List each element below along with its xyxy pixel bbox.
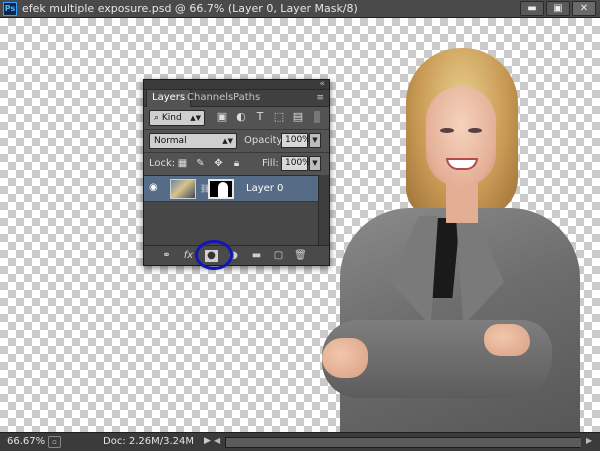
layer-thumbnail[interactable]: [170, 179, 196, 199]
layer-name[interactable]: Layer 0: [246, 183, 283, 194]
fill-slider-button[interactable]: ▼: [309, 156, 321, 171]
photoshop-logo-icon: Ps: [3, 2, 17, 16]
scroll-right-icon[interactable]: ▶: [586, 436, 592, 445]
layer-mask-thumbnail[interactable]: [208, 179, 234, 199]
type-filter-icon[interactable]: T: [254, 111, 266, 123]
document-title: efek multiple exposure.psd @ 66.7% (Laye…: [22, 2, 358, 15]
tab-paths[interactable]: Paths: [228, 90, 265, 107]
horizontal-scrollbar[interactable]: [225, 437, 581, 448]
lock-row: Lock: ▦ ✎ ✥ 🔒︎ Fill: 100% ▼: [144, 153, 329, 175]
panel-tabbar: Layers Channels Paths ≡: [144, 90, 329, 107]
panel-header[interactable]: «: [144, 79, 329, 90]
layer-row[interactable]: ◉ ⛓︎ Layer 0: [144, 176, 320, 202]
smart-object-filter-icon[interactable]: ▤: [292, 111, 304, 123]
blend-mode-value: Normal: [154, 136, 187, 146]
hand-right: [484, 324, 530, 356]
adjustment-filter-icon[interactable]: ◐: [235, 111, 247, 123]
filter-row: ⌕ Kind ▲▼ ▣ ◐ T ⬚ ▤: [144, 107, 329, 129]
filter-toggle[interactable]: [314, 111, 320, 123]
layers-panel: « Layers Channels Paths ≡ ⌕ Kind ▲▼ ▣ ◐ …: [143, 79, 330, 266]
new-layer-icon[interactable]: ▢: [272, 250, 285, 262]
eye-right: [468, 128, 482, 133]
fill-field[interactable]: 100%: [281, 156, 311, 171]
shape-filter-icon[interactable]: ⬚: [273, 111, 285, 123]
lock-image-icon[interactable]: ✎: [195, 158, 206, 169]
lock-label: Lock:: [149, 158, 176, 169]
opacity-slider-button[interactable]: ▼: [309, 133, 321, 148]
document-status-icon[interactable]: ▫: [48, 436, 61, 448]
title-bar: Ps efek multiple exposure.psd @ 66.7% (L…: [0, 0, 600, 18]
fill-label: Fill:: [262, 158, 279, 169]
close-button[interactable]: ✕: [572, 1, 596, 16]
woman-photo: [318, 48, 580, 432]
chevron-down-icon: ▲▼: [190, 114, 201, 122]
neck: [446, 183, 478, 223]
hand-left: [322, 338, 368, 378]
window-controls: ▬ ▣ ✕: [520, 1, 596, 16]
opacity-label: Opacity:: [244, 135, 286, 146]
scroll-left-icon[interactable]: ◀: [214, 436, 220, 445]
filter-kind-value: Kind: [161, 113, 182, 123]
lock-position-icon[interactable]: ✥: [213, 158, 224, 169]
layers-scrollbar[interactable]: [318, 175, 329, 245]
collapse-panel-icon[interactable]: «: [319, 79, 325, 89]
opacity-field[interactable]: 100%: [281, 133, 311, 148]
minimize-button[interactable]: ▬: [520, 1, 544, 16]
lock-all-icon[interactable]: 🔒︎: [231, 158, 242, 169]
panel-menu-icon[interactable]: ≡: [316, 93, 324, 103]
search-icon: ⌕: [154, 113, 162, 123]
face: [426, 86, 496, 186]
scrollbar-thumb[interactable]: [226, 438, 581, 447]
highlight-ring-annotation: [195, 240, 233, 270]
zoom-level[interactable]: 66.67%: [7, 436, 45, 447]
image-filter-icon[interactable]: ▣: [216, 111, 228, 123]
chevron-down-icon: ▲▼: [222, 137, 233, 145]
link-layers-icon[interactable]: ⚭: [160, 250, 173, 262]
layers-list: ◉ ⛓︎ Layer 0: [144, 175, 320, 245]
document-info: Doc: 2.26M/3.24M: [103, 436, 195, 447]
status-menu-arrow-icon[interactable]: ▶: [204, 436, 211, 446]
status-bar: 66.67% ▫ Doc: 2.26M/3.24M ▶ ◀ ▶: [0, 432, 600, 451]
blend-row: Normal ▲▼ Opacity: 100% ▼: [144, 130, 329, 152]
filter-kind-dropdown[interactable]: ⌕ Kind ▲▼: [149, 110, 205, 126]
new-group-icon[interactable]: ▬: [250, 250, 263, 262]
maximize-button[interactable]: ▣: [546, 1, 570, 16]
lock-transparent-icon[interactable]: ▦: [177, 158, 188, 169]
trash-icon[interactable]: 🗑︎: [294, 250, 307, 262]
visibility-eye-icon[interactable]: ◉: [149, 183, 161, 193]
fx-icon[interactable]: fx: [182, 250, 195, 262]
eye-left: [440, 128, 454, 133]
blend-mode-dropdown[interactable]: Normal ▲▼: [149, 133, 237, 149]
panel-footer: ⚭ fx ● ◑ ▬ ▢ 🗑︎: [144, 245, 329, 265]
mask-silhouette: [218, 182, 228, 198]
